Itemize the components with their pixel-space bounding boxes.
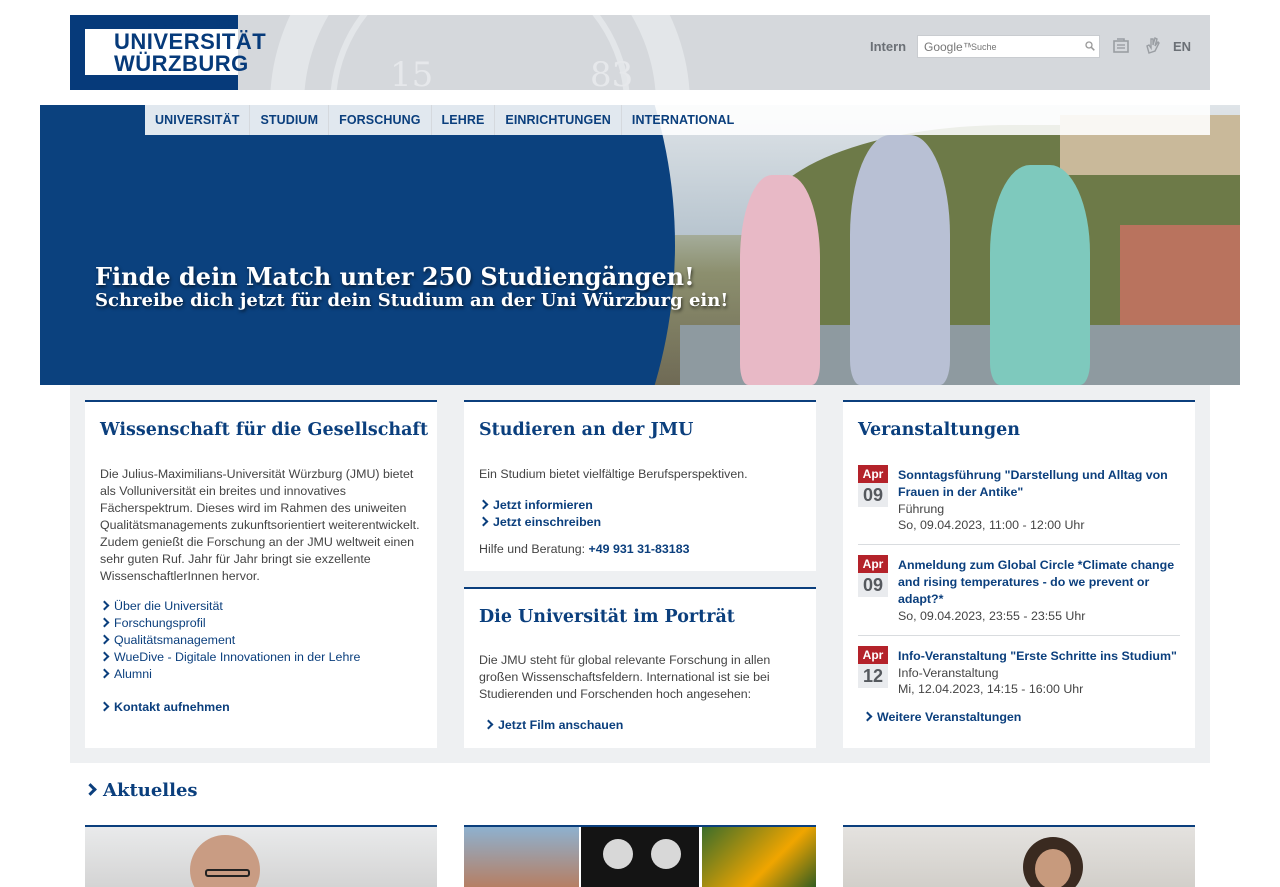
student-photo-1	[740, 175, 820, 385]
chevron-right-icon	[99, 668, 110, 679]
city-image	[464, 827, 579, 887]
chevron-right-icon	[99, 651, 110, 662]
deer-image	[581, 827, 699, 887]
link-jetzt-einschreiben[interactable]: Jetzt einschreiben	[478, 515, 601, 529]
google-label: Google™	[924, 40, 975, 54]
link-weitere-veranstaltungen[interactable]: Weitere Veranstaltungen	[862, 710, 1021, 724]
card-studieren: Studieren an der JMU Ein Studium bietet …	[464, 400, 816, 571]
divider	[858, 635, 1180, 636]
search-input[interactable]	[971, 39, 1081, 54]
event-title[interactable]: Sonntagsführung "Darstellung und Alltag …	[898, 467, 1183, 501]
student-photo-2	[850, 135, 950, 385]
card-title: Wissenschaft für die Gesellschaft	[100, 420, 429, 440]
link-wuedive[interactable]: WueDive - Digitale Innovationen in der L…	[99, 650, 360, 664]
event-title[interactable]: Info-Veranstaltung "Erste Schritte ins S…	[898, 648, 1183, 665]
news-thumbnail-3[interactable]	[843, 825, 1195, 887]
flowers-image	[702, 827, 816, 887]
aktuelles-heading[interactable]: Aktuelles	[84, 780, 198, 801]
university-logo[interactable]: Julius-Maximilians- UNIVERSITÄT WÜRZBURG	[70, 15, 266, 90]
card-title: Die Universität im Porträt	[479, 607, 735, 627]
event-date: Apr 09	[858, 465, 888, 507]
card-title: Studieren an der JMU	[479, 420, 694, 440]
nav-item-lehre[interactable]: LEHRE	[432, 105, 496, 135]
logo-line-2: WÜRZBURG	[114, 51, 249, 76]
event-item[interactable]: Apr 09 Anmeldung zum Global Circle *Clim…	[858, 555, 1180, 631]
chevron-right-icon	[99, 617, 110, 628]
card-wissenschaft: Wissenschaft für die Gesellschaft Die Ju…	[85, 400, 437, 748]
link-forschungsprofil[interactable]: Forschungsprofil	[99, 616, 206, 630]
nav-item-forschung[interactable]: FORSCHUNG	[329, 105, 432, 135]
nav-item-universitaet[interactable]: UNIVERSITÄT	[145, 105, 251, 135]
chevron-right-icon	[99, 701, 110, 712]
link-alumni[interactable]: Alumni	[99, 667, 152, 681]
hero-banner[interactable]: Finde dein Match unter 250 Studiengängen…	[40, 105, 1240, 385]
hero-headline: Finde dein Match unter 250 Studiengängen…	[95, 262, 695, 291]
card-text: Die JMU steht für global relevante Forsc…	[479, 653, 771, 701]
divider	[858, 544, 1180, 545]
help-phone-link[interactable]: +49 931 31-83183	[589, 542, 690, 556]
news-thumbnail-1[interactable]	[85, 825, 437, 887]
student-photo-3	[990, 165, 1090, 385]
event-time: So, 09.04.2023, 23:55 - 23:55 Uhr	[898, 609, 1086, 623]
main-navigation: UNIVERSITÄT STUDIUM FORSCHUNG LEHRE EINR…	[145, 105, 1210, 135]
news-thumbnail-2[interactable]	[464, 825, 816, 887]
event-item[interactable]: Apr 12 Info-Veranstaltung "Erste Schritt…	[858, 646, 1180, 706]
event-time: Mi, 12.04.2023, 14:15 - 16:00 Uhr	[898, 682, 1084, 696]
nav-item-international[interactable]: INTERNATIONAL	[622, 105, 744, 135]
nav-item-studium[interactable]: STUDIUM	[250, 105, 330, 135]
chevron-right-icon	[478, 499, 489, 510]
event-date: Apr 09	[858, 555, 888, 597]
language-switch-en[interactable]: EN	[1173, 39, 1191, 54]
intern-link[interactable]: Intern	[870, 39, 906, 54]
help-line: Hilfe und Beratung: +49 931 31-83183	[479, 542, 690, 556]
hero-subline: Schreibe dich jetzt für dein Studium an …	[95, 290, 729, 311]
sign-language-icon[interactable]	[1112, 36, 1132, 56]
hero-blue-shape	[40, 105, 675, 385]
event-type: Info-Veranstaltung	[898, 666, 999, 680]
link-film-anschauen[interactable]: Jetzt Film anschauen	[483, 718, 623, 732]
chevron-right-icon	[478, 516, 489, 527]
card-text: Die Julius-Maximilians-Universität Würzb…	[100, 467, 420, 583]
card-title: Veranstaltungen	[858, 420, 1020, 440]
university-seal-ring	[330, 15, 630, 90]
card-veranstaltungen: Veranstaltungen Apr 09 Sonntagsführung "…	[843, 400, 1195, 748]
chevron-right-icon	[84, 783, 97, 796]
link-ueber-die-universitaet[interactable]: Über die Universität	[99, 599, 223, 613]
hand-icon[interactable]	[1143, 36, 1163, 56]
card-portraet: Die Universität im Porträt Die JMU steht…	[464, 587, 816, 748]
chevron-right-icon	[483, 719, 494, 730]
event-item[interactable]: Apr 09 Sonntagsführung "Darstellung und …	[858, 465, 1180, 541]
glasses-shape	[205, 869, 250, 877]
event-title[interactable]: Anmeldung zum Global Circle *Climate cha…	[898, 557, 1183, 608]
logo-subtitle: Julius-Maximilians-	[147, 17, 237, 29]
card-text: Ein Studium bietet vielfältige Berufsper…	[479, 467, 748, 481]
search-icon[interactable]	[1085, 41, 1095, 51]
link-kontakt-aufnehmen[interactable]: Kontakt aufnehmen	[99, 700, 230, 714]
chevron-right-icon	[862, 711, 873, 722]
chevron-right-icon	[99, 634, 110, 645]
event-date: Apr 12	[858, 646, 888, 688]
chevron-right-icon	[99, 600, 110, 611]
site-header: 15 83 Julius-Maximilians- UNIVERSITÄT WÜ…	[70, 15, 1210, 90]
link-jetzt-informieren[interactable]: Jetzt informieren	[478, 498, 593, 512]
search-box: Google™	[917, 35, 1100, 58]
nav-item-einrichtungen[interactable]: EINRICHTUNGEN	[495, 105, 622, 135]
portrait-image	[190, 835, 260, 887]
event-type: Führung	[898, 502, 945, 516]
event-time: So, 09.04.2023, 11:00 - 12:00 Uhr	[898, 518, 1085, 532]
link-qualitaetsmanagement[interactable]: Qualitätsmanagement	[99, 633, 235, 647]
